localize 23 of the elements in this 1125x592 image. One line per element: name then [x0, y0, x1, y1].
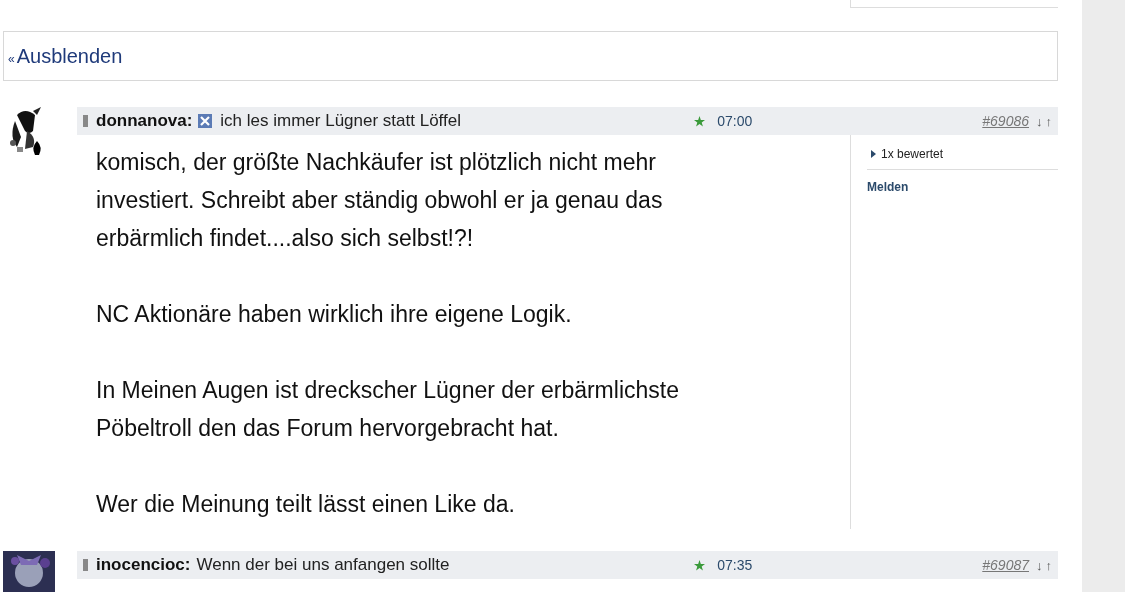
next-post-link[interactable]: ↓	[1036, 557, 1043, 573]
author-name[interactable]: donnanova:	[96, 111, 193, 131]
status-icon	[83, 559, 88, 571]
rating-toggle[interactable]: 1x bewertet	[867, 145, 1058, 170]
post-time: 07:00	[717, 113, 754, 129]
author-name[interactable]: inocencioc:	[96, 555, 191, 575]
previous-post-link[interactable]: ↑	[1045, 557, 1052, 573]
post-number-link[interactable]: #69086	[982, 113, 1029, 129]
post-text: NC Aktionäre haben wirklich ihre eigene Logik.	[96, 300, 573, 329]
post-text: In Meinen Augen ist dreckscher Lügner der erbärmlichste Pöbeltroll den das Forum hervorgebracht hat.	[96, 376, 680, 443]
post-text: Wer die Meinung teilt lässt einen Like da.	[96, 490, 516, 519]
status-icon	[83, 115, 88, 127]
star-icon[interactable]	[694, 115, 706, 127]
previous-post-link[interactable]: ↑	[1045, 113, 1052, 129]
post-text: komisch, der größte Nachkäufer ist plötzlich nicht mehr investiert. Schreibt aber ständig obwohl er ja genau das erbärmlich findet....also sich selbst!?!	[96, 148, 664, 253]
post-subject: Wenn der bei uns anfangen sollte	[196, 555, 450, 575]
next-post-link[interactable]: ↓	[1036, 113, 1043, 129]
collapse-link[interactable]: «Ausblenden	[8, 44, 123, 68]
report-link[interactable]: Melden	[867, 180, 1058, 194]
post-time: 07:35	[717, 557, 754, 573]
post-number-link[interactable]: #69087	[982, 557, 1029, 573]
star-icon[interactable]	[694, 559, 706, 571]
post-subject: ich les immer Lügner statt Löffel	[220, 111, 461, 131]
